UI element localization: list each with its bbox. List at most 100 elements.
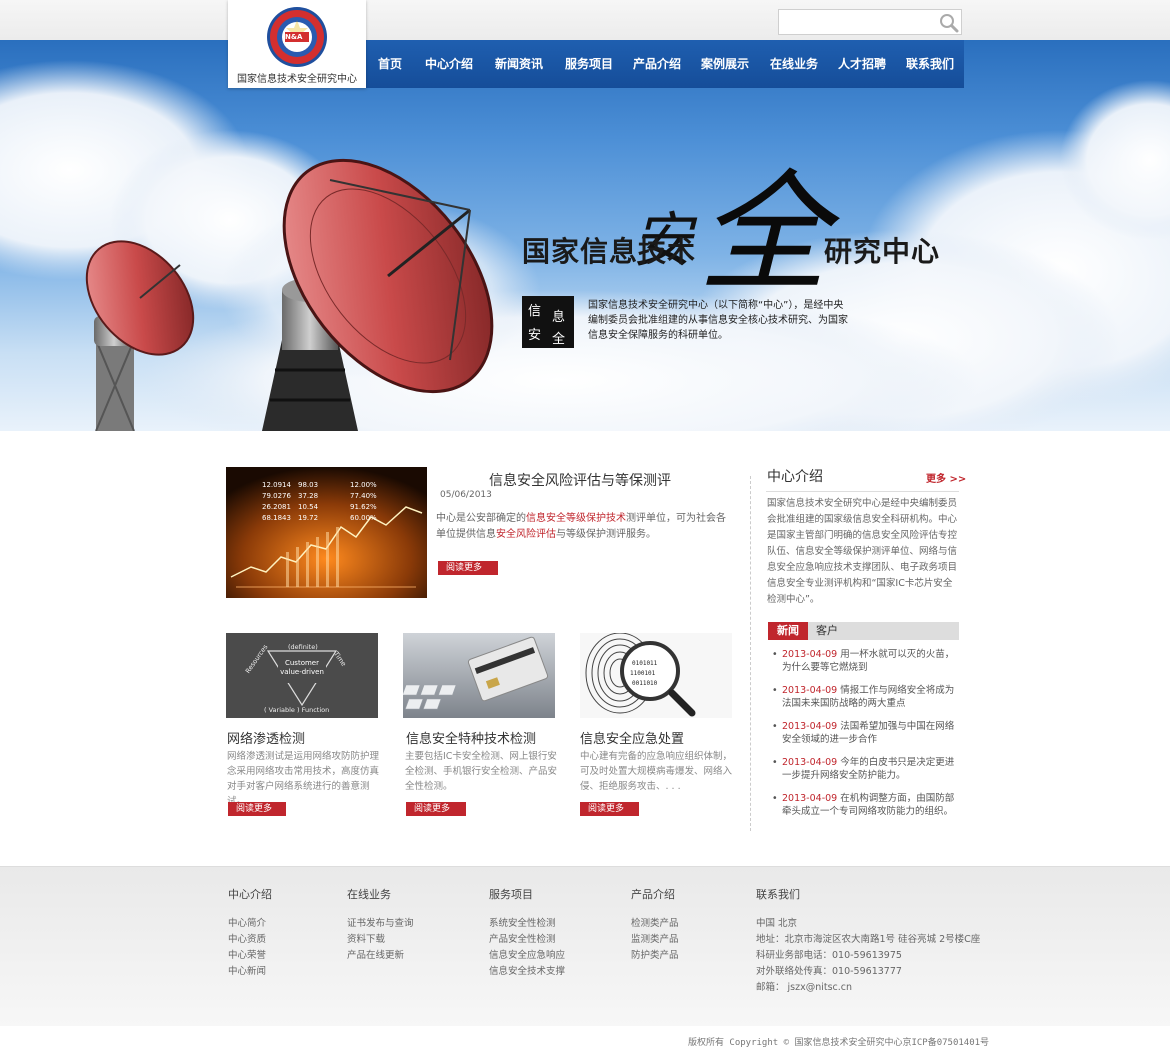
copyright-bar: 版权所有 Copyright © 国家信息技术安全研究中心京ICP备075014… bbox=[0, 1026, 1170, 1058]
news-date: 2013-04-09 bbox=[782, 721, 838, 732]
nav-jobs[interactable]: 人才招聘 bbox=[828, 40, 896, 88]
news-date: 2013-04-09 bbox=[782, 793, 838, 804]
footer-link[interactable]: 中心新闻 bbox=[228, 964, 272, 980]
nav-products[interactable]: 产品介绍 bbox=[624, 40, 690, 88]
main-nav: 首页 中心介绍 新闻资讯 服务项目 产品介绍 案例展示 在线业务 人才招聘 联系… bbox=[366, 40, 964, 88]
hero-char-quan: 全 bbox=[698, 157, 829, 309]
card-2-image[interactable] bbox=[403, 633, 555, 718]
footer-contact-line: 对外联络处传真：010-59613777 bbox=[756, 966, 902, 977]
featured-text-part: 中心是公安部确定的 bbox=[436, 513, 526, 524]
footer-col-title: 服务项目 bbox=[489, 888, 533, 901]
chart-number: 10.54 bbox=[298, 503, 319, 511]
featured-link[interactable]: 信息安全等级保护技术 bbox=[526, 513, 626, 524]
card-2-title[interactable]: 信息安全特种技术检测 bbox=[406, 728, 536, 747]
search-input[interactable] bbox=[783, 14, 933, 30]
footer-col-title: 联系我们 bbox=[756, 888, 800, 901]
news-item[interactable]: 2013-04-09 法国希望加强与中国在网络安全领域的进一步合作 bbox=[772, 720, 962, 756]
hero-seal: 信 息 安 全 bbox=[522, 296, 574, 348]
news-date: 2013-04-09 bbox=[782, 685, 838, 696]
chart-number: 37.28 bbox=[298, 492, 319, 500]
footer-col-title: 在线业务 bbox=[347, 888, 391, 901]
nav-news[interactable]: 新闻资讯 bbox=[484, 40, 554, 88]
svg-text:1100101: 1100101 bbox=[630, 670, 656, 677]
chart-number: 26.2081 bbox=[262, 503, 291, 511]
footer-link[interactable]: 检测类产品 bbox=[631, 916, 679, 932]
card-1-title[interactable]: 网络渗透检测 bbox=[227, 728, 305, 747]
footer-link[interactable]: 中心简介 bbox=[228, 916, 272, 932]
sidebar-intro-text: 国家信息技术安全研究中心是经中央编制委员会批准组建的国家级信息安全科研机构。中心… bbox=[767, 498, 958, 605]
card-2-text: 主要包括IC卡安全检测、网上银行安全检测、手机银行安全检测、产品安全性检测。 bbox=[405, 751, 558, 792]
footer-col-products: 产品介绍 检测类产品 监测类产品 防护类产品 bbox=[631, 886, 679, 964]
logo-name: 国家信息技术安全研究中心 bbox=[237, 74, 357, 85]
news-item[interactable]: 2013-04-09 今年的白皮书只是决定更进一步提升网络安全防护能力。 bbox=[772, 756, 962, 792]
card-3-image[interactable]: 0101011 1100101 0011010 bbox=[580, 633, 732, 718]
footer-link[interactable]: 资料下载 bbox=[347, 932, 414, 948]
news-item[interactable]: 2013-04-09 在机构调整方面，由国防部牵头成立一个专司网络攻防能力的组织… bbox=[772, 792, 962, 828]
nav-cases[interactable]: 案例展示 bbox=[690, 40, 760, 88]
emblem-text: N&A bbox=[285, 33, 303, 41]
card-1-readmore-button[interactable]: 阅读更多 bbox=[228, 802, 286, 816]
footer-contact-line: 地址：北京市海淀区农大南路1号 硅谷亮城 2号楼C座 bbox=[756, 934, 981, 945]
nav-home[interactable]: 首页 bbox=[366, 40, 414, 88]
news-list: 2013-04-09 用一杯水就可以灭的火苗，为什么要等它燃烧到 2013-04… bbox=[772, 648, 962, 828]
footer-col-contact: 联系我们 中国 北京 地址：北京市海淀区农大南路1号 硅谷亮城 2号楼C座 科研… bbox=[756, 886, 980, 996]
chart-number: 60.00% bbox=[350, 514, 377, 522]
copyright-text: 版权所有 Copyright © 国家信息技术安全研究中心京ICP备075014… bbox=[688, 1038, 990, 1048]
stock-chart-graphic bbox=[226, 467, 427, 598]
news-item[interactable]: 2013-04-09 用一杯水就可以灭的火苗，为什么要等它燃烧到 bbox=[772, 648, 962, 684]
tab-client[interactable]: 客户 bbox=[816, 622, 838, 640]
featured-link[interactable]: 安全风险评估 bbox=[496, 529, 556, 540]
news-date: 2013-04-09 bbox=[782, 757, 838, 768]
footer-email-link[interactable]: 邮箱： jszx@nitsc.cn bbox=[756, 980, 980, 996]
footer-link[interactable]: 信息安全应急响应 bbox=[489, 948, 565, 964]
featured-image[interactable]: 12.0914 79.0276 26.2081 68.1843 98.03 37… bbox=[226, 467, 427, 598]
footer-link[interactable]: 监测类产品 bbox=[631, 932, 679, 948]
footer-link[interactable]: 证书发布与查询 bbox=[347, 916, 414, 932]
nav-services[interactable]: 服务项目 bbox=[554, 40, 624, 88]
featured-date: 05/06/2013 bbox=[440, 490, 492, 500]
card-1-image[interactable]: (definite) Resources Time Customer value… bbox=[226, 633, 378, 718]
footer-link[interactable]: 信息安全技术支撑 bbox=[489, 964, 565, 980]
footer-link[interactable]: 系统安全性检测 bbox=[489, 916, 565, 932]
sidebar-more-link[interactable]: 更多 >> bbox=[926, 470, 966, 485]
footer-link[interactable]: 产品在线更新 bbox=[347, 948, 414, 964]
sidebar-divider bbox=[766, 491, 959, 492]
footer-link[interactable]: 中心资质 bbox=[228, 932, 272, 948]
footer-link[interactable]: 产品安全性检测 bbox=[489, 932, 565, 948]
featured-title[interactable]: 信息安全风险评估与等保测评 bbox=[440, 470, 720, 490]
card-2-readmore-button[interactable]: 阅读更多 bbox=[406, 802, 466, 816]
top-bar bbox=[0, 0, 1170, 40]
card-keyboard-icon bbox=[403, 633, 555, 718]
card-3-title[interactable]: 信息安全应急处置 bbox=[580, 728, 684, 747]
chart-number: 79.0276 bbox=[262, 492, 291, 500]
chart-number: 12.00% bbox=[350, 481, 377, 489]
chart-number: 68.1843 bbox=[262, 514, 291, 522]
footer-col-title: 中心介绍 bbox=[228, 888, 272, 901]
tab-news[interactable]: 新闻 bbox=[768, 622, 808, 640]
seal-char: 信 bbox=[528, 304, 542, 319]
news-item[interactable]: 2013-04-09 情报工作与网络安全将成为法国未来国防战略的两大重点 bbox=[772, 684, 962, 720]
footer-link[interactable]: 中心荣誉 bbox=[228, 948, 272, 964]
hero-description: 国家信息技术安全研究中心（以下简称“中心”），是经中央编制委员会批准组建的从事信… bbox=[588, 300, 848, 341]
nav-contact[interactable]: 联系我们 bbox=[896, 40, 964, 88]
site-logo[interactable]: N&A 国家信息技术安全研究中心 bbox=[228, 0, 366, 88]
seal-char: 安 bbox=[528, 328, 542, 343]
featured-readmore-button[interactable]: 阅读更多 bbox=[438, 561, 498, 575]
featured-text: 中心是公安部确定的信息安全等级保护技术测评单位，可为社会各单位提供信息安全风险评… bbox=[436, 511, 726, 543]
diagram-label-top: (definite) bbox=[288, 643, 318, 651]
card-3-text: 中心建有完备的应急响应组织体制，可及时处置大规模病毒爆发、网络入侵、拒绝服务攻击… bbox=[580, 751, 733, 792]
svg-text:0011010: 0011010 bbox=[632, 680, 658, 687]
nav-online[interactable]: 在线业务 bbox=[760, 40, 828, 88]
seal-char: 全 bbox=[552, 332, 566, 347]
chart-number: 19.72 bbox=[298, 514, 319, 522]
diagram-label-center: Customer value-driven bbox=[280, 659, 324, 676]
card-3-readmore-button[interactable]: 阅读更多 bbox=[580, 802, 639, 816]
nav-about[interactable]: 中心介绍 bbox=[414, 40, 484, 88]
seal-char: 息 bbox=[552, 310, 566, 325]
footer-contact-line: 中国 北京 bbox=[756, 918, 798, 929]
search-icon[interactable] bbox=[939, 13, 959, 33]
diagram-label-bottom: ( Variable ) Function bbox=[264, 706, 330, 714]
fingerprint-magnifier-icon: 0101011 1100101 0011010 bbox=[580, 633, 732, 718]
footer-link[interactable]: 防护类产品 bbox=[631, 948, 679, 964]
hero-slogan-left: 国家信息技术 bbox=[522, 235, 697, 268]
